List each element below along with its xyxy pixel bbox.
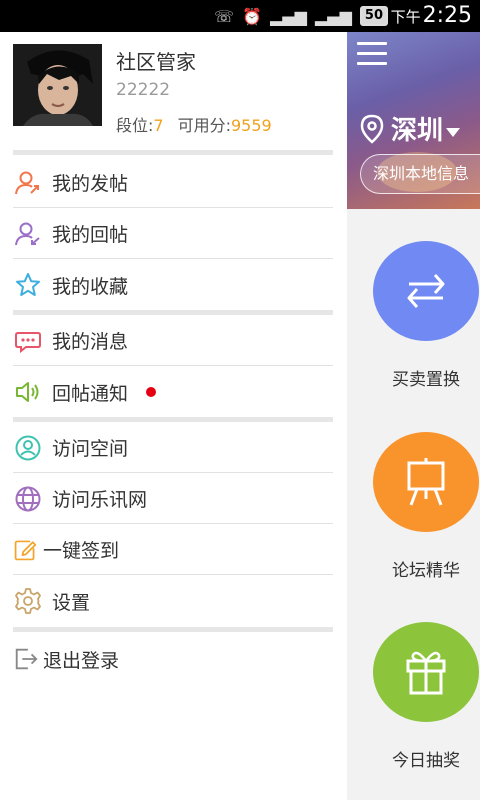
menu-label: 我的收藏 bbox=[52, 275, 129, 298]
menu-label: 一键签到 bbox=[43, 540, 120, 562]
star-icon bbox=[13, 270, 43, 300]
menu-label: 访问空间 bbox=[52, 438, 129, 460]
feature-forum-highlights[interactable]: 论坛精华 bbox=[373, 432, 479, 581]
feature-daily-lottery[interactable]: 今日抽奖 bbox=[373, 622, 479, 771]
section-divider bbox=[13, 417, 333, 422]
user-circle-icon bbox=[13, 433, 43, 463]
local-info-button[interactable]: 深圳本地信息 bbox=[360, 154, 480, 194]
gear-icon bbox=[13, 586, 43, 616]
city-banner: 深圳 深圳本地信息 bbox=[347, 32, 480, 209]
menu-item-visit-lexun[interactable]: 访问乐讯网 bbox=[13, 474, 333, 524]
gift-box-icon bbox=[373, 622, 479, 722]
globe-icon bbox=[13, 484, 43, 514]
logout-icon bbox=[13, 644, 39, 674]
signal-icon: ▂▄▆ bbox=[270, 6, 307, 26]
chevron-down-icon bbox=[446, 128, 461, 137]
side-drawer: 社区管家 22222 段位:7 可用分:9559 我的发帖 我的回帖 我的收藏 我… bbox=[0, 32, 347, 800]
user-name: 社区管家 bbox=[116, 50, 196, 74]
status-bar: ☏ ⏰ ▂▄▆ ▂▄▆ 50 下午2:25 bbox=[0, 0, 480, 32]
menu-label: 我的回帖 bbox=[52, 224, 129, 246]
easel-board-icon bbox=[373, 432, 479, 532]
phone-icon: ☏ bbox=[214, 6, 235, 26]
menu-item-my-posts[interactable]: 我的发帖 bbox=[13, 158, 333, 208]
location-pin-icon bbox=[360, 114, 384, 144]
user-post-icon bbox=[13, 168, 43, 198]
logout-button[interactable]: 退出登录 bbox=[13, 634, 333, 684]
battery-icon: 50 bbox=[359, 6, 388, 26]
swap-arrows-icon bbox=[373, 241, 479, 341]
menu-label: 退出登录 bbox=[43, 649, 120, 672]
avatar[interactable] bbox=[13, 44, 102, 126]
feature-label: 今日抽奖 bbox=[392, 751, 460, 771]
chat-bubble-icon bbox=[13, 326, 43, 356]
user-id: 22222 bbox=[116, 80, 171, 100]
level-value: 7 bbox=[153, 116, 164, 135]
speaker-icon bbox=[13, 377, 43, 407]
user-profile[interactable]: 社区管家 22222 段位:7 可用分:9559 bbox=[13, 44, 333, 148]
clock-time: 2:25 bbox=[422, 3, 472, 28]
menu-label: 回帖通知 bbox=[52, 382, 129, 405]
section-divider bbox=[13, 150, 333, 155]
feature-label: 买卖置换 bbox=[392, 370, 460, 390]
menu-item-my-replies[interactable]: 我的回帖 bbox=[13, 209, 333, 259]
alarm-icon: ⏰ bbox=[242, 6, 263, 26]
user-reply-icon bbox=[13, 219, 43, 249]
menu-item-my-favorites[interactable]: 我的收藏 bbox=[13, 260, 333, 310]
notification-dot bbox=[146, 387, 157, 397]
menu-item-reply-notice[interactable]: 回帖通知 bbox=[13, 367, 333, 417]
menu-label: 设置 bbox=[52, 591, 91, 614]
points-label: 可用分: bbox=[177, 116, 231, 135]
menu-item-visit-space[interactable]: 访问空间 bbox=[13, 423, 333, 473]
city-selector[interactable]: 深圳 bbox=[359, 110, 461, 147]
section-divider bbox=[13, 310, 333, 315]
clock-period: 下午 bbox=[390, 8, 421, 26]
feature-label: 论坛精华 bbox=[392, 561, 460, 581]
menu-icon[interactable] bbox=[357, 42, 387, 66]
points-value: 9559 bbox=[231, 116, 272, 135]
menu-label: 访问乐讯网 bbox=[52, 489, 148, 511]
user-stats: 段位:7 可用分:9559 bbox=[116, 112, 272, 136]
menu-item-settings[interactable]: 设置 bbox=[13, 576, 333, 626]
status-icons: ☏ ⏰ ▂▄▆ ▂▄▆ 50 bbox=[214, 4, 388, 28]
clock: 下午2:25 bbox=[391, 3, 472, 28]
menu-item-my-messages[interactable]: 我的消息 bbox=[13, 316, 333, 366]
section-divider bbox=[13, 627, 333, 632]
level-label: 段位: bbox=[116, 116, 154, 135]
feature-trade[interactable]: 买卖置换 bbox=[373, 241, 479, 390]
main-content: 深圳 深圳本地信息 买卖置换 论坛精华 今日抽奖 bbox=[347, 32, 480, 800]
menu-label: 我的发帖 bbox=[52, 173, 129, 195]
menu-item-checkin[interactable]: 一键签到 bbox=[13, 525, 333, 575]
menu-label: 我的消息 bbox=[52, 331, 129, 353]
edit-icon bbox=[13, 535, 37, 565]
signal-hplus-icon: ▂▄▆ bbox=[314, 6, 352, 26]
city-name: 深圳 bbox=[391, 116, 444, 146]
